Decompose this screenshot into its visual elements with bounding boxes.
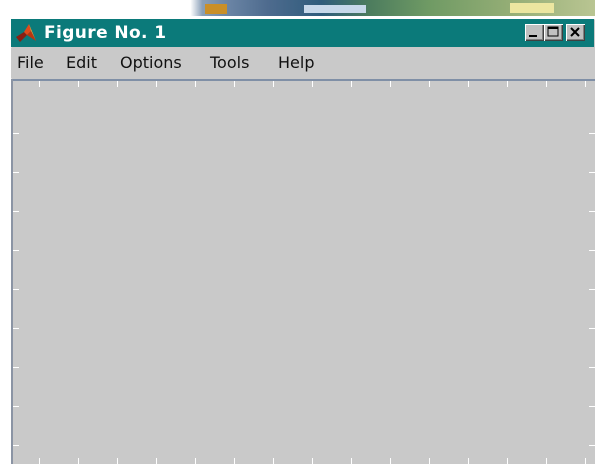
axis-tick-bottom [234,458,235,464]
figure-axes[interactable] [11,79,595,464]
axis-tick-top [390,81,391,87]
axis-tick-top [429,81,430,87]
axis-tick-bottom [390,458,391,464]
title-bar[interactable]: Figure No. 1 [11,19,594,47]
axis-tick-right [589,250,595,251]
axis-tick-right [589,289,595,290]
axis-tick-right [589,367,595,368]
axis-tick-right [589,172,595,173]
desktop-icon-fragment [304,5,366,13]
axis-tick-left [13,367,19,368]
maximize-icon [547,26,559,37]
axis-tick-bottom [273,458,274,464]
menu-options[interactable]: Options [120,53,182,73]
figure-window: Figure No. 1 File Edit Options Tools Hel… [10,18,595,464]
axis-tick-bottom [156,458,157,464]
axis-tick-left [13,289,19,290]
axis-tick-left [13,328,19,329]
axis-tick-top [585,81,586,87]
axis-tick-right [589,211,595,212]
desktop-background [0,0,595,16]
axis-tick-bottom [429,458,430,464]
axis-tick-top [546,81,547,87]
axis-tick-left [13,172,19,173]
axis-tick-top [312,81,313,87]
axis-tick-right [589,445,595,446]
menu-bar: File Edit Options Tools Help [11,48,594,78]
axis-tick-top [195,81,196,87]
axis-tick-bottom [507,458,508,464]
axis-tick-top [351,81,352,87]
minimize-icon [529,35,537,37]
axis-tick-bottom [546,458,547,464]
axis-tick-right [589,406,595,407]
close-icon [570,27,580,37]
axis-tick-right [589,328,595,329]
axis-tick-bottom [351,458,352,464]
menu-edit[interactable]: Edit [66,53,97,73]
axis-tick-left [13,211,19,212]
menu-tools[interactable]: Tools [210,53,249,73]
axis-tick-bottom [468,458,469,464]
maximize-button[interactable] [544,24,563,41]
axis-tick-top [507,81,508,87]
axis-tick-bottom [585,458,586,464]
axis-tick-top [39,81,40,87]
close-button[interactable] [566,24,585,41]
axis-tick-bottom [195,458,196,464]
axis-tick-bottom [78,458,79,464]
desktop-icon-fragment [205,4,227,14]
axis-tick-left [13,406,19,407]
axis-tick-top [234,81,235,87]
window-title: Figure No. 1 [44,23,167,43]
desktop-icon-fragment [510,3,554,13]
axis-tick-top [78,81,79,87]
axis-tick-right [589,133,595,134]
axis-tick-left [13,250,19,251]
axis-tick-top [273,81,274,87]
axis-tick-top [468,81,469,87]
axis-tick-top [117,81,118,87]
menu-help[interactable]: Help [278,53,314,73]
axis-tick-bottom [312,458,313,464]
axis-tick-left [13,133,19,134]
axis-tick-bottom [117,458,118,464]
axis-tick-top [156,81,157,87]
axis-tick-bottom [39,458,40,464]
axis-tick-left [13,445,19,446]
menu-file[interactable]: File [17,53,44,73]
matlab-logo-icon[interactable] [15,22,37,44]
minimize-button[interactable] [525,24,544,41]
